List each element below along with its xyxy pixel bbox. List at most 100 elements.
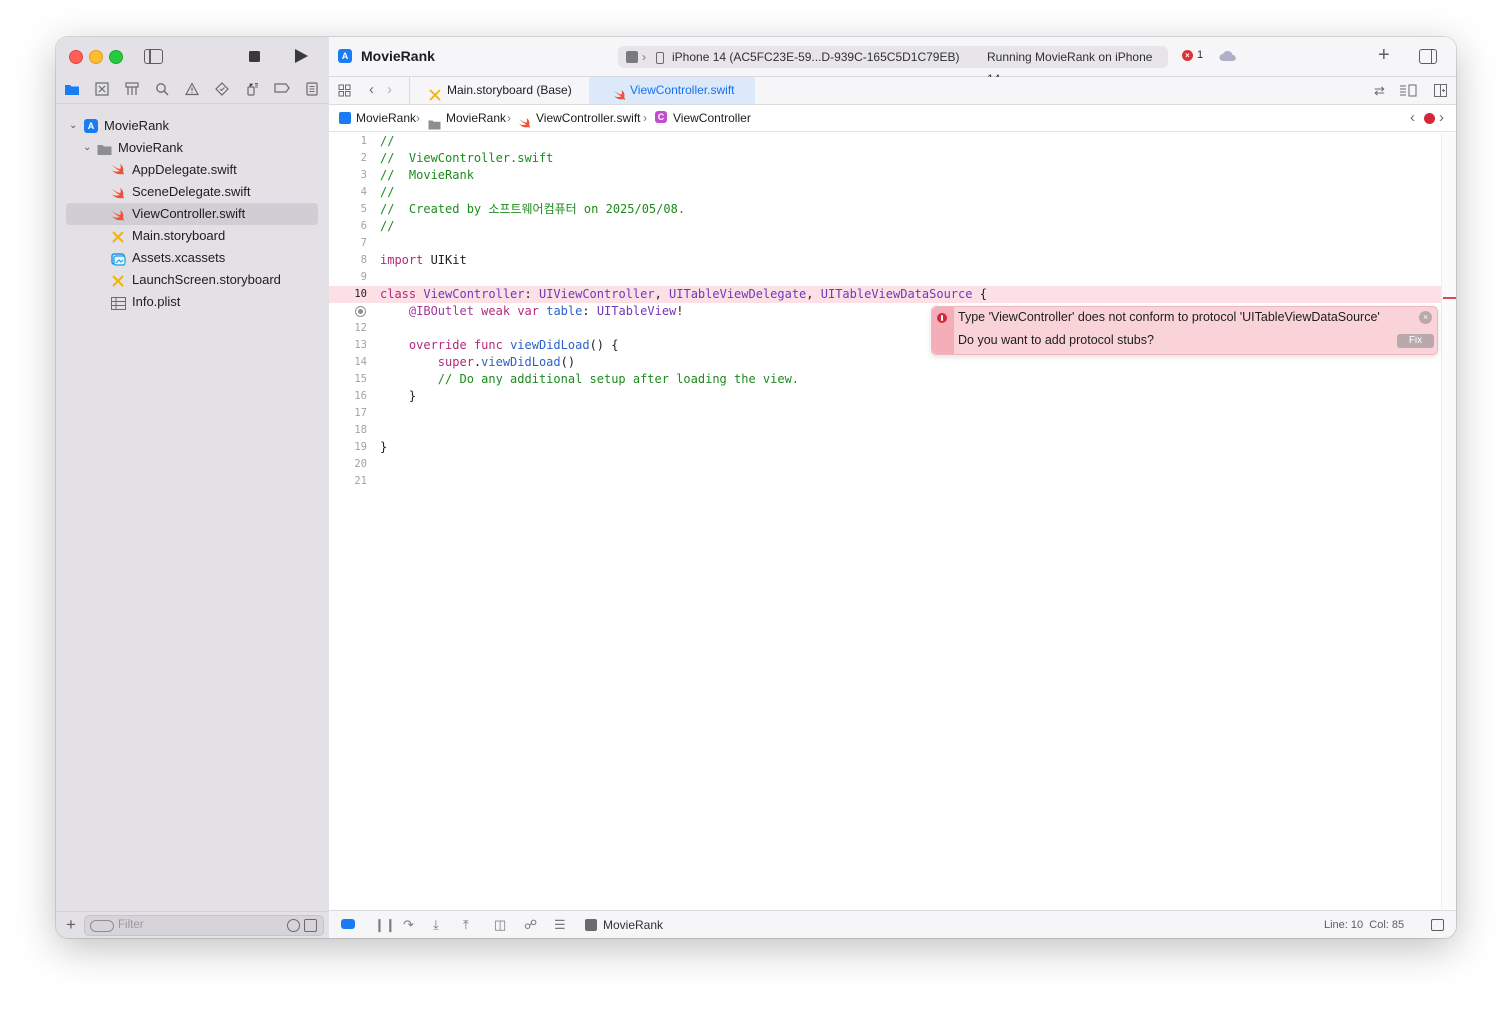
next-issue-icon[interactable]: › (1439, 105, 1444, 131)
filter-input[interactable]: Filter (84, 915, 324, 936)
previous-issue-icon[interactable]: ‹ (1410, 105, 1415, 131)
editor-scrollbar[interactable] (1441, 133, 1456, 909)
step-over-icon[interactable]: ↷ (403, 918, 414, 932)
error-icon[interactable]: × (1182, 50, 1193, 61)
step-out-icon[interactable]: ⤒ (463, 918, 469, 932)
swift-file-icon (111, 207, 125, 221)
issue-message: Type 'ViewController' does not conform t… (958, 310, 1380, 324)
code-line: 15 // Do any additional setup after load… (354, 372, 800, 386)
app-icon (585, 919, 597, 931)
breadcrumb-item[interactable]: ViewController.swift (536, 105, 640, 131)
environment-overrides-icon[interactable]: ☰ (554, 918, 566, 932)
fix-button[interactable]: Fix (1397, 334, 1434, 348)
search-icon[interactable] (154, 82, 170, 98)
issue-popover: Type 'ViewController' does not conform t… (931, 306, 1438, 355)
tree-item-file[interactable]: Info.plist (66, 291, 319, 313)
tree-item-file[interactable]: LaunchScreen.storyboard (66, 269, 319, 291)
code-line: 1// (360, 134, 395, 148)
tree-item-label: LaunchScreen.storyboard (132, 272, 281, 287)
report-icon[interactable] (304, 82, 320, 98)
inspector-toggle-icon[interactable] (1419, 49, 1437, 64)
source-control-filter-icon[interactable] (304, 919, 317, 932)
back-icon[interactable]: ‹ (369, 81, 374, 98)
add-icon[interactable]: + (1378, 44, 1390, 66)
code-line: 16 } (354, 389, 417, 403)
memory-graph-icon[interactable]: ☍ (524, 918, 537, 932)
editor-options-icon[interactable] (1399, 84, 1417, 102)
stop-icon[interactable] (249, 51, 260, 62)
breadcrumb-item[interactable]: MovieRank (356, 105, 416, 131)
plist-icon (111, 295, 126, 310)
sidebar-toggle-icon[interactable] (144, 49, 163, 64)
related-items-icon[interactable] (338, 84, 351, 102)
error-icon[interactable] (1424, 113, 1435, 124)
scheme-app-icon[interactable] (626, 51, 638, 63)
tree-item-label: AppDelegate.swift (132, 162, 237, 177)
tab-viewcontroller-swift[interactable]: ViewController.swift (589, 77, 755, 104)
run-icon[interactable] (295, 49, 308, 63)
warning-icon[interactable] (184, 82, 200, 98)
chevron-right-icon: › (643, 111, 647, 125)
filter-placeholder: Filter (118, 919, 144, 931)
tree-item-file[interactable]: Assets.xcassets (66, 247, 319, 269)
test-diamond-icon[interactable] (214, 82, 230, 98)
tree-item-folder[interactable]: ⌄ MovieRank (66, 137, 319, 159)
code-editor[interactable]: 1// 2// ViewController.swift 3// MovieRa… (329, 133, 1441, 909)
chevron-right-icon: › (416, 111, 420, 125)
breadcrumb-item[interactable]: MovieRank (446, 105, 506, 131)
debug-area-toggle-icon[interactable] (341, 919, 355, 929)
navigator-selector-bar (56, 77, 329, 104)
tab-label: ViewController.swift (630, 83, 735, 97)
tab-main-storyboard[interactable]: Main.storyboard (Base) (409, 77, 590, 104)
run-destination[interactable]: iPhone 14 (AC5FC23E-59...D-939C-165C5D1C… (672, 46, 959, 68)
tree-item-file-selected[interactable]: ViewController.swift (66, 203, 318, 225)
pause-icon[interactable]: ❙❙ (374, 918, 396, 932)
zoom-window-button[interactable] (109, 50, 123, 64)
code-line: 7 (360, 237, 367, 249)
folder-icon[interactable] (64, 82, 80, 98)
split-editor-icon[interactable] (1434, 84, 1447, 102)
minimize-window-button[interactable] (89, 50, 103, 64)
error-marker[interactable] (1443, 297, 1456, 299)
tree-item-file[interactable]: SceneDelegate.swift (66, 181, 319, 203)
chevron-down-icon[interactable]: ⌄ (69, 115, 77, 137)
window-toolbar: A MovieRank › iPhone 14 (AC5FC23E-59...D… (329, 37, 1456, 86)
forward-icon[interactable]: › (387, 81, 392, 98)
cursor-position: Line: 10 Col: 85 (1324, 919, 1405, 931)
tree-item-file[interactable]: AppDelegate.swift (66, 159, 319, 181)
outlet-connection-icon[interactable] (355, 306, 366, 317)
code-line: 18 (354, 424, 367, 436)
error-count[interactable]: 1 (1197, 49, 1203, 61)
breadcrumb-item[interactable]: ViewController (673, 105, 751, 131)
recent-files-icon[interactable] (287, 919, 300, 932)
symbol-navigator-icon[interactable] (124, 82, 140, 98)
source-control-icon[interactable] (94, 82, 110, 98)
console-toggle-icon[interactable] (1431, 919, 1444, 931)
filter-options-icon[interactable] (90, 920, 114, 932)
code-line: 6// (360, 219, 395, 233)
code-line: 5// Created by 소프트웨어컴퓨터 on 2025/05/08. (360, 202, 686, 216)
code-line: 8 import UIKit (360, 253, 467, 267)
swift-file-icon (111, 185, 125, 199)
scheme-selector[interactable]: › iPhone 14 (AC5FC23E-59...D-939C-165C5D… (618, 46, 1168, 86)
cloud-icon (1219, 49, 1237, 67)
project-icon: A (84, 119, 98, 133)
close-window-button[interactable] (69, 50, 83, 64)
tree-item-file[interactable]: Main.storyboard (66, 225, 319, 247)
tree-item-project[interactable]: ⌄ A MovieRank (66, 115, 319, 137)
add-icon[interactable]: + (66, 915, 76, 934)
breakpoint-icon[interactable] (274, 82, 290, 98)
chevron-down-icon[interactable]: ⌄ (83, 137, 91, 159)
tree-item-label: SceneDelegate.swift (132, 184, 251, 199)
tree-item-label: Info.plist (132, 294, 181, 309)
debug-target[interactable]: MovieRank (603, 918, 663, 932)
debug-spray-icon[interactable] (244, 82, 260, 98)
code-line: 17 (354, 407, 367, 419)
chevron-right-icon: › (507, 111, 511, 125)
swap-icon[interactable]: ⇄ (1374, 83, 1385, 99)
view-hierarchy-icon[interactable]: ◫ (494, 918, 506, 932)
close-icon[interactable]: × (1419, 311, 1432, 324)
step-into-icon[interactable]: ⤓ (433, 918, 439, 932)
code-line: 3// MovieRank (360, 168, 474, 182)
debug-bar: ❙❙ ↷ ⤓ ⤒ ◫ ☍ ☰ MovieRank Line: 10 Col: 8… (329, 910, 1456, 938)
